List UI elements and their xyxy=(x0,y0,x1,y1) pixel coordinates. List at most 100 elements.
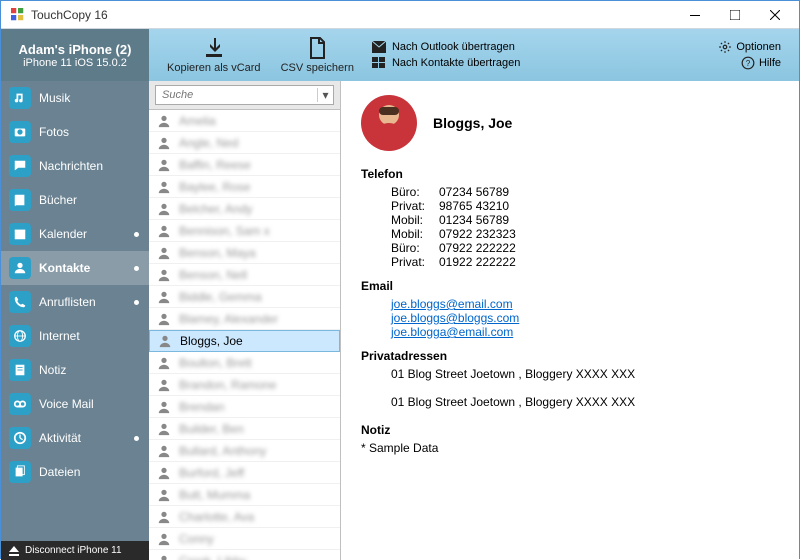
sidebar-item-label: Bücher xyxy=(39,193,77,207)
person-icon xyxy=(157,202,171,216)
contact-name-blurred: Butt, Mumma xyxy=(179,488,250,502)
list-item[interactable]: Conny xyxy=(149,528,340,550)
minimize-button[interactable] xyxy=(675,1,715,29)
list-item[interactable]: Boulton, Brett xyxy=(149,352,340,374)
transfer-contacts-button[interactable]: Nach Kontakte übertragen xyxy=(372,57,520,69)
download-icon xyxy=(202,36,226,60)
phone-value: 98765 43210 xyxy=(439,199,509,213)
list-item[interactable]: Builder, Ben xyxy=(149,418,340,440)
copy-vcard-label: Kopieren als vCard xyxy=(167,62,261,74)
list-item[interactable]: Bullard, Anthony xyxy=(149,440,340,462)
sidebar-item-label: Dateien xyxy=(39,465,80,479)
transfer-outlook-button[interactable]: Nach Outlook übertragen xyxy=(372,41,520,53)
list-item[interactable]: Amelia xyxy=(149,110,340,132)
list-item-selected[interactable]: Bloggs, Joe xyxy=(149,330,340,352)
sidebar: Musik FotosNachrichten Bücher 7KalenderKont… xyxy=(1,81,149,560)
list-item[interactable]: Blamey, Alexander xyxy=(149,308,340,330)
sidebar-item-label: Anruflisten xyxy=(39,295,96,309)
sidebar-item-music[interactable]: Musik xyxy=(1,81,149,115)
csv-save-button[interactable]: CSV speichern xyxy=(271,34,364,76)
help-button[interactable]: ? Hilfe xyxy=(741,56,781,70)
maximize-button[interactable] xyxy=(715,1,755,29)
list-item[interactable]: Butt, Mumma xyxy=(149,484,340,506)
close-button[interactable] xyxy=(755,1,795,29)
person-icon xyxy=(157,444,171,458)
transfer-outlook-label: Nach Outlook übertragen xyxy=(392,41,515,53)
contact-name-blurred: Bennison, Sam x xyxy=(179,224,270,238)
person-icon xyxy=(157,114,171,128)
list-item[interactable]: Benson, Maya xyxy=(149,242,340,264)
indicator-dot xyxy=(134,300,139,305)
sidebar-item-label: Internet xyxy=(39,329,80,343)
help-icon: ? xyxy=(741,56,755,70)
sidebar-item-label: Musik xyxy=(39,91,70,105)
svg-text:7: 7 xyxy=(18,233,22,240)
globe-icon xyxy=(9,325,31,347)
list-item[interactable]: Biddle, Gemma xyxy=(149,286,340,308)
contact-name: Bloggs, Joe xyxy=(180,334,243,348)
list-item[interactable]: Baylee, Rose xyxy=(149,176,340,198)
phone-row: Büro:07234 56789 xyxy=(361,185,779,199)
sidebar-item-phone[interactable]: Anruflisten xyxy=(1,285,149,319)
phone-value: 07922 232323 xyxy=(439,227,516,241)
list-item[interactable]: Belcher, Andy xyxy=(149,198,340,220)
eject-icon xyxy=(9,546,19,556)
email-link[interactable]: joe.bloggs@bloggs.com xyxy=(361,311,779,325)
list-item[interactable]: Burford, Jeff xyxy=(149,462,340,484)
sidebar-item-globe[interactable]: Internet xyxy=(1,319,149,353)
contact-name-blurred: Belcher, Andy xyxy=(179,202,252,216)
phone-value: 07922 222222 xyxy=(439,241,516,255)
search-dropdown-icon[interactable]: ▾ xyxy=(317,88,333,102)
note-icon xyxy=(9,359,31,381)
phone-value: 07234 56789 xyxy=(439,185,509,199)
options-button[interactable]: Optionen xyxy=(718,40,781,54)
device-bar: Adam's iPhone (2) iPhone 11 iOS 15.0.2 K… xyxy=(1,29,799,81)
disconnect-button[interactable]: Disconnect iPhone 11 xyxy=(1,541,149,560)
list-item[interactable]: Baffin, Reese xyxy=(149,154,340,176)
sidebar-item-voicemail[interactable]: Voice Mail xyxy=(1,387,149,421)
search-input[interactable] xyxy=(156,87,317,103)
phone-type: Privat: xyxy=(391,255,439,269)
contact-name-blurred: Conny xyxy=(179,532,214,546)
sidebar-item-camera[interactable]: Fotos xyxy=(1,115,149,149)
main: Musik FotosNachrichten Bücher 7KalenderKont… xyxy=(1,81,799,560)
contact-name-blurred: Blamey, Alexander xyxy=(179,312,278,326)
options-label: Optionen xyxy=(736,41,781,53)
contact-list[interactable]: Amelia Angle, NedBaffin, ReeseBaylee, Ros… xyxy=(149,110,340,560)
contact-name-blurred: Amelia xyxy=(179,114,216,128)
sidebar-item-note[interactable]: Notiz xyxy=(1,353,149,387)
sidebar-item-activity[interactable]: Aktivität xyxy=(1,421,149,455)
indicator-dot xyxy=(134,232,139,237)
sidebar-item-book[interactable]: Bücher xyxy=(1,183,149,217)
person-icon xyxy=(157,268,171,282)
person-icon xyxy=(157,422,171,436)
copy-vcard-button[interactable]: Kopieren als vCard xyxy=(157,34,271,76)
sidebar-item-files[interactable]: Dateien xyxy=(1,455,149,489)
toolbar: Kopieren als vCard CSV speichern Nach Ou… xyxy=(149,29,799,81)
list-item[interactable]: Charlotte, Ava xyxy=(149,506,340,528)
svg-text:?: ? xyxy=(746,59,751,68)
contact-name-blurred: Crook, Libby xyxy=(179,554,246,560)
list-item[interactable]: Brandon, Ramone xyxy=(149,374,340,396)
activity-icon xyxy=(9,427,31,449)
voicemail-icon xyxy=(9,393,31,415)
sidebar-item-chat[interactable]: Nachrichten xyxy=(1,149,149,183)
address-section-title: Privatadressen xyxy=(361,349,779,363)
sidebar-item-calendar[interactable]: 7Kalender xyxy=(1,217,149,251)
search-box[interactable]: ▾ xyxy=(155,85,334,105)
book-icon xyxy=(9,189,31,211)
list-item[interactable]: Angle, Ned xyxy=(149,132,340,154)
email-link[interactable]: joe.blogga@email.com xyxy=(361,325,779,339)
person-icon xyxy=(157,312,171,326)
email-link[interactable]: joe.bloggs@email.com xyxy=(361,297,779,311)
phone-row: Mobil:01234 56789 xyxy=(361,213,779,227)
list-item[interactable]: Bennison, Sam x xyxy=(149,220,340,242)
device-info: Adam's iPhone (2) iPhone 11 iOS 15.0.2 xyxy=(1,29,149,81)
list-item[interactable]: Benson, Nell xyxy=(149,264,340,286)
sidebar-item-person[interactable]: Kontakte xyxy=(1,251,149,285)
contact-name-blurred: Biddle, Gemma xyxy=(179,290,262,304)
list-item[interactable]: Brendan xyxy=(149,396,340,418)
contact-name-blurred: Bullard, Anthony xyxy=(179,444,266,458)
csv-save-label: CSV speichern xyxy=(281,62,354,74)
person-icon xyxy=(157,224,171,238)
